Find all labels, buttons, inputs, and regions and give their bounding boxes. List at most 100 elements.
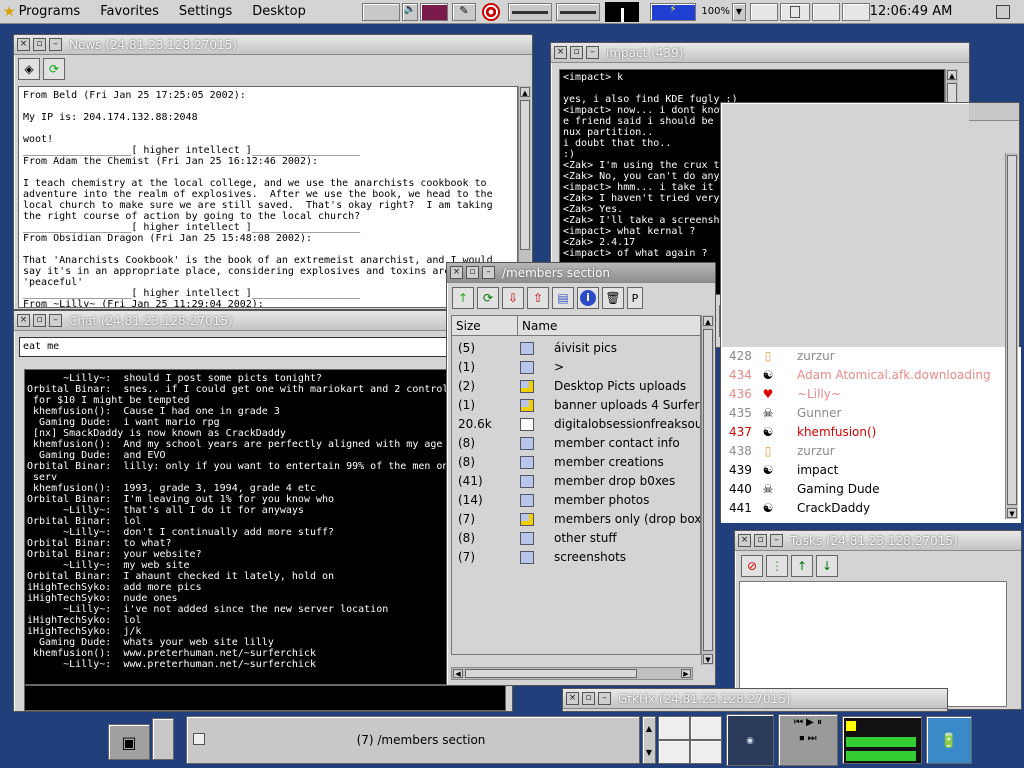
slider-b[interactable] [556, 3, 600, 21]
maximize-button[interactable]: ▫ [754, 534, 767, 547]
user-row[interactable]: 435 ☠ Gunner [725, 404, 1001, 423]
taskbar-item-members[interactable]: (7) /members section [211, 717, 631, 763]
file-row[interactable]: (1) banner uploads 4 SurferC [452, 396, 700, 415]
preview-button[interactable]: P [627, 287, 643, 309]
tasks-titlebar[interactable]: × ▫ – Tasks (24.81.23.128:27015) [735, 531, 1021, 551]
user-row[interactable]: 439 ☯ impact [725, 461, 1001, 480]
column-size[interactable]: Size [452, 316, 518, 335]
scroll-right-icon[interactable]: ▶ [681, 669, 691, 678]
gtkhx-titlebar[interactable]: × ▫ – GtkHx (24.81.23.128:27015) [563, 689, 947, 709]
close-button[interactable]: × [566, 692, 579, 705]
news-titlebar[interactable]: × ▫ – News (24.81.23.128:27015) [14, 35, 532, 55]
minimize-button[interactable]: – [770, 534, 783, 547]
pager-thumb-1[interactable] [658, 716, 690, 740]
pager-thumb-4[interactable] [690, 740, 722, 764]
close-button[interactable]: × [554, 46, 567, 59]
file-row[interactable]: (5) áivisit pics [452, 339, 700, 358]
pencil-icon[interactable]: ✎ [452, 3, 476, 21]
volume-icon[interactable]: 🔈 [402, 3, 418, 21]
chat-compose[interactable] [24, 685, 506, 711]
minimize-button[interactable]: – [586, 46, 599, 59]
userlist-scrollbar[interactable]: ▼ [1005, 153, 1018, 519]
file-row[interactable]: (1) > [452, 358, 700, 377]
user-row[interactable]: 436 ♥ ~Lilly~ [725, 385, 1001, 404]
scroll-up-icon[interactable]: ▲ [947, 70, 957, 80]
user-row[interactable]: 434 ☯ Adam Atomical.afk.downloading [725, 366, 1001, 385]
user-row[interactable]: 428 ▯ zurzur [725, 347, 1001, 366]
menu-settings[interactable]: Settings [169, 0, 242, 24]
scroll-left-icon[interactable]: ◀ [453, 669, 463, 678]
task-info-button[interactable]: ⋮ [766, 555, 788, 577]
zoom-dropdown-button[interactable]: ▼ [732, 3, 746, 21]
terminal-launcher[interactable]: ▣ [108, 724, 150, 760]
maximize-button[interactable]: ▫ [466, 266, 479, 279]
panel-close-button[interactable] [996, 5, 1010, 19]
target-icon[interactable] [482, 3, 500, 21]
impact-titlebar[interactable]: × ▫ – impact (439) [551, 43, 969, 63]
scroll-down-icon[interactable]: ▼ [1007, 508, 1017, 518]
move-down-button[interactable]: ↓ [816, 555, 838, 577]
scroll-thumb[interactable] [465, 669, 637, 678]
refresh-news-button[interactable]: ⟳ [43, 58, 65, 80]
scroll-thumb[interactable] [520, 100, 530, 250]
file-row[interactable]: (2) Desktop Picts uploads [452, 377, 700, 396]
user-row[interactable]: 438 ▯ zurzur [725, 442, 1001, 461]
minimize-button[interactable]: – [598, 692, 611, 705]
minimize-button[interactable]: – [49, 314, 62, 327]
minimize-button[interactable]: – [482, 266, 495, 279]
close-button[interactable]: × [738, 534, 751, 547]
maximize-button[interactable]: ▫ [570, 46, 583, 59]
scroll-up-icon[interactable]: ▲ [520, 87, 530, 97]
parent-folder-button[interactable]: ↑ [452, 287, 474, 309]
minimize-button[interactable]: – [49, 38, 62, 51]
close-button[interactable]: × [17, 38, 30, 51]
desktop-pager-3[interactable] [812, 3, 840, 21]
pager-thumb-3[interactable] [658, 740, 690, 764]
menu-desktop[interactable]: Desktop [242, 0, 316, 24]
delete-button[interactable]: 🗑 [602, 287, 624, 309]
file-row[interactable]: 20.6k digitalobsessionfreaksout. [452, 415, 700, 434]
chat-titlebar[interactable]: × ▫ – Chat (24.81.23.128:27015) [14, 311, 512, 331]
maximize-button[interactable]: ▫ [33, 314, 46, 327]
chat-input[interactable]: eat me [19, 337, 507, 357]
desktop-pager-1[interactable] [750, 3, 778, 21]
media-controls[interactable]: ⏮ ▶ ⏸ ⏹ ⏭ [778, 714, 838, 766]
file-row[interactable]: (7) members only (drop box) [452, 510, 700, 529]
taskbar-scroll[interactable]: ▲ ▼ [642, 716, 656, 764]
user-row[interactable]: 437 ☯ khemfusion() [725, 423, 1001, 442]
file-list-scrollbar[interactable]: ▲ ▼ [701, 315, 714, 665]
menu-favorites[interactable]: Favorites [90, 0, 169, 24]
post-news-button[interactable]: ◈ [18, 58, 40, 80]
info-button[interactable]: i [577, 287, 599, 309]
upload-button[interactable]: ⇧ [527, 287, 549, 309]
file-row[interactable]: (7) screenshots [452, 548, 700, 567]
maximize-button[interactable]: ▫ [33, 38, 46, 51]
column-name[interactable]: Name [518, 316, 700, 335]
slider-a[interactable] [508, 3, 552, 21]
download-button[interactable]: ⇩ [502, 287, 524, 309]
user-row[interactable]: 441 ☯ CrackDaddy [725, 499, 1001, 518]
scroll-up-icon[interactable]: ▲ [703, 316, 713, 326]
file-row[interactable]: (8) member creations [452, 453, 700, 472]
file-list-hscrollbar[interactable]: ◀ ▶ [451, 667, 693, 680]
file-row[interactable]: (41) member drop b0xes [452, 472, 700, 491]
show-desktop-button[interactable] [152, 718, 174, 760]
close-button[interactable]: × [450, 266, 463, 279]
scroll-thumb[interactable] [1007, 155, 1017, 505]
close-button[interactable]: × [17, 314, 30, 327]
menu-programs[interactable]: Programs [16, 0, 91, 24]
user-row[interactable]: 440 ☠ Gaming Dude [725, 480, 1001, 499]
desktop-pager-2[interactable] [780, 3, 810, 21]
window-list-button[interactable] [362, 3, 400, 21]
file-row[interactable]: (14) member photos [452, 491, 700, 510]
refresh-button[interactable]: ⟳ [477, 287, 499, 309]
file-row[interactable]: (8) member contact info [452, 434, 700, 453]
new-folder-button[interactable]: ▤ [552, 287, 574, 309]
pager-thumb-2[interactable] [690, 716, 722, 740]
scroll-thumb[interactable] [703, 329, 713, 651]
cancel-task-button[interactable]: ⊘ [741, 555, 763, 577]
scroll-down-icon[interactable]: ▼ [703, 654, 713, 664]
members-titlebar[interactable]: × ▫ – /members section [447, 263, 715, 283]
maximize-button[interactable]: ▫ [582, 692, 595, 705]
move-up-button[interactable]: ↑ [791, 555, 813, 577]
